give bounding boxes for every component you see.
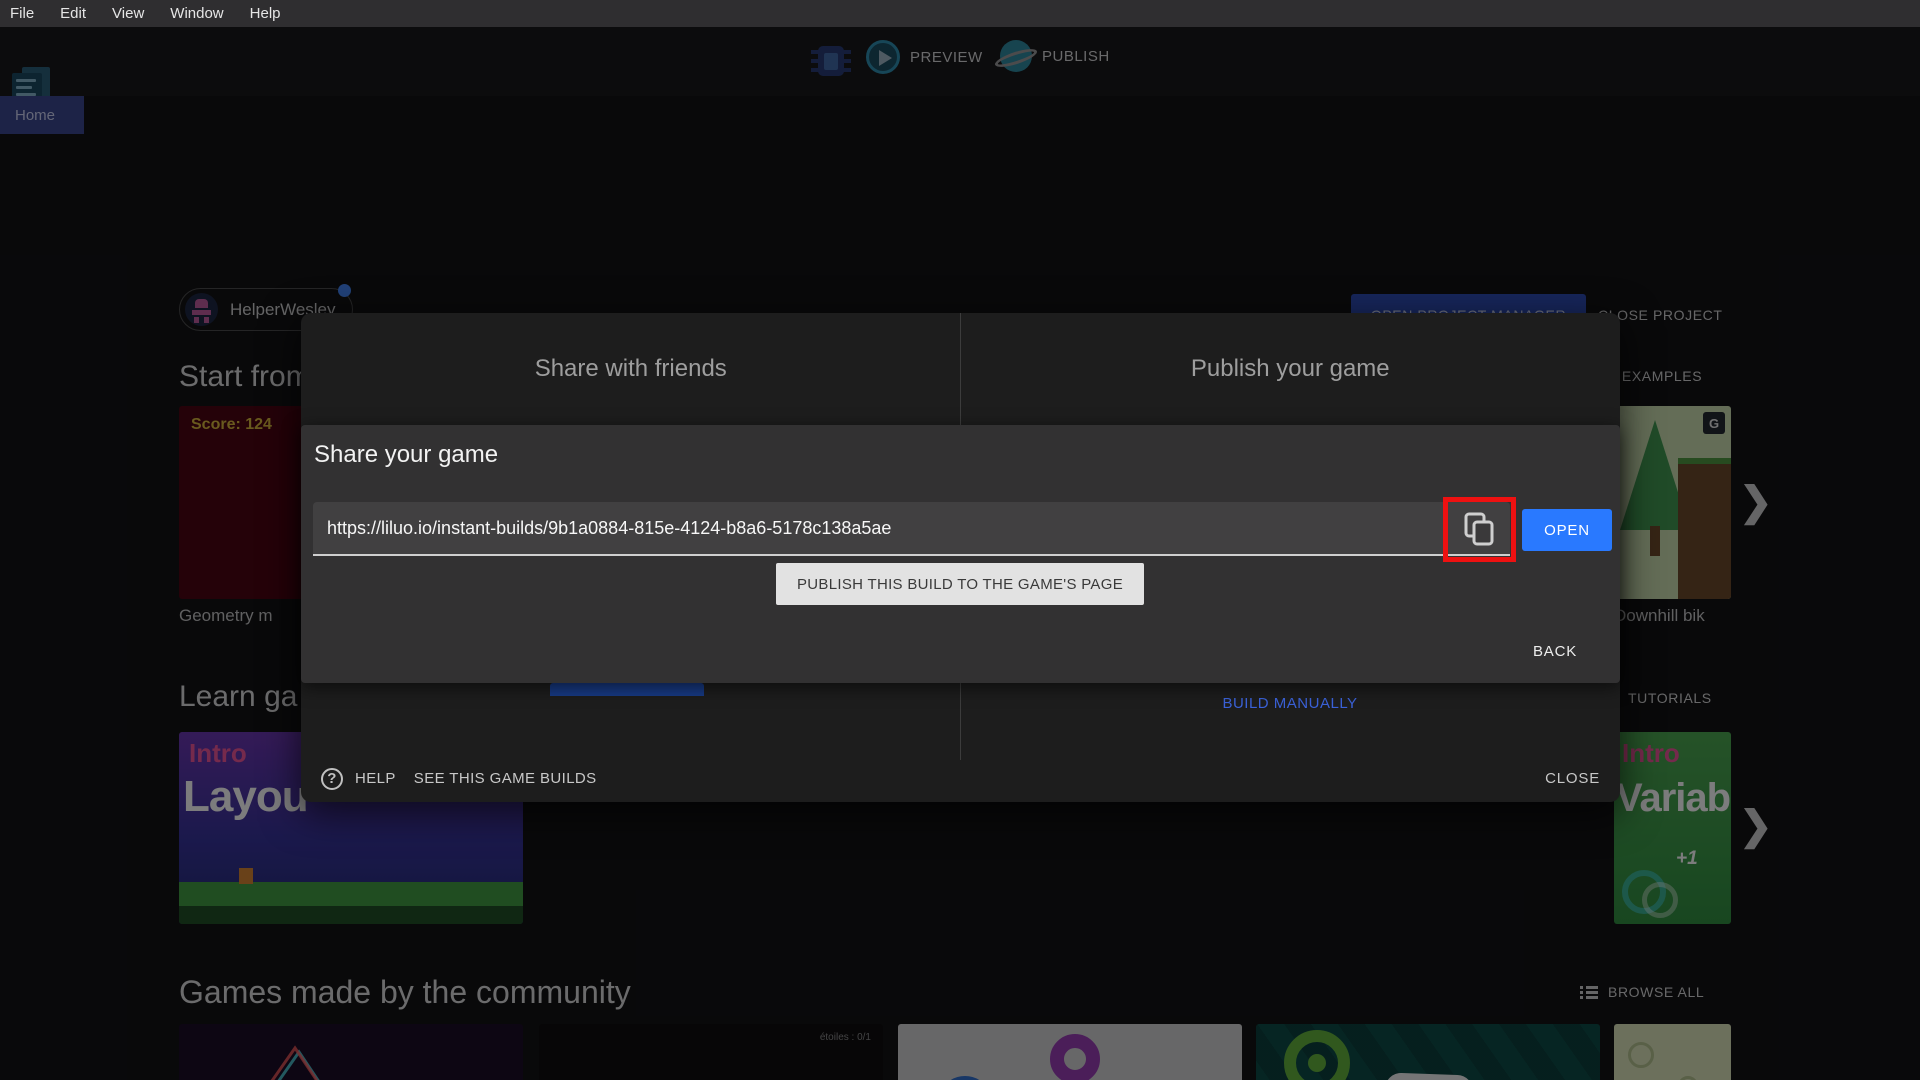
menu-help[interactable]: Help — [250, 5, 281, 22]
menu-view[interactable]: View — [112, 5, 144, 22]
menu-bar: File Edit View Window Help — [0, 0, 1920, 27]
generate-link-button-edge[interactable] — [550, 683, 704, 696]
back-button[interactable]: BACK — [1533, 643, 1577, 660]
menu-file[interactable]: File — [10, 5, 34, 22]
copy-link-button[interactable] — [1461, 511, 1497, 547]
open-link-button[interactable]: OPEN — [1522, 509, 1612, 551]
menu-edit[interactable]: Edit — [60, 5, 86, 22]
tab-publish-your-game[interactable]: Publish your game — [961, 313, 1621, 425]
see-game-builds-button[interactable]: SEE THIS GAME BUILDS — [414, 770, 597, 787]
app-window: File Edit View Window Help PREVIEW PUBLI… — [0, 0, 1920, 1080]
tab-share-with-friends[interactable]: Share with friends — [301, 313, 961, 425]
dialog-footer: ? HELP SEE THIS GAME BUILDS CLOSE — [301, 755, 1620, 802]
build-manually-link[interactable]: BUILD MANUALLY — [960, 695, 1620, 712]
panel-title: Share your game — [314, 441, 499, 468]
menu-window[interactable]: Window — [170, 5, 223, 22]
game-url-field[interactable] — [313, 502, 1510, 556]
publish-build-button[interactable]: PUBLISH THIS BUILD TO THE GAME'S PAGE — [776, 563, 1144, 605]
help-circle-icon[interactable]: ? — [321, 767, 343, 790]
copy-icon — [1464, 512, 1494, 546]
share-your-game-panel: Share your game OPEN PUBLISH THIS BUILD … — [301, 425, 1620, 683]
help-button[interactable]: HELP — [355, 770, 396, 787]
close-dialog-button[interactable]: CLOSE — [1545, 770, 1600, 787]
